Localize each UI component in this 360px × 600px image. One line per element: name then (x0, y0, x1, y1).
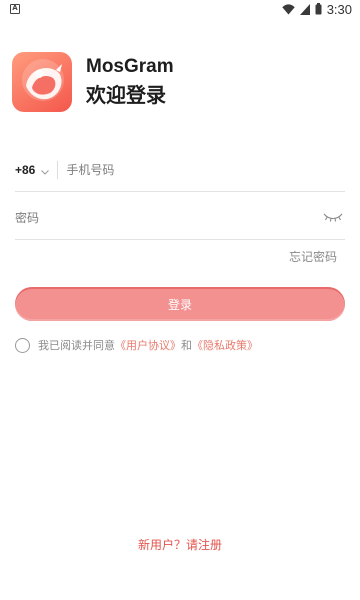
status-time: 3:30 (326, 1, 352, 17)
status-bar: A 3:30 (0, 0, 360, 18)
app-notification-icon: A (10, 4, 20, 14)
eye-closed-icon[interactable] (323, 208, 345, 227)
login-button[interactable]: 登录 (15, 287, 345, 321)
password-input[interactable] (15, 210, 323, 225)
app-name: MosGram (86, 56, 174, 77)
forgot-password-link[interactable]: 忘记密码 (289, 248, 337, 265)
chevron-down-icon[interactable] (41, 160, 50, 179)
brand: MosGram 欢迎登录 (86, 56, 174, 108)
privacy-policy-link[interactable]: 《隐私政策》 (192, 337, 258, 353)
signal-icon (299, 3, 310, 15)
phone-divider (57, 160, 59, 179)
battery-icon (315, 3, 322, 15)
agreement-and: 和 (181, 339, 192, 352)
phone-row: +86 (15, 148, 345, 192)
agreement-prefix: 我已阅读并同意 (38, 339, 115, 352)
password-row (15, 196, 345, 240)
agreement-row: 我已阅读并同意 《用户协议》 和 《隐私政策》 (15, 337, 258, 353)
welcome-title: 欢迎登录 (86, 83, 166, 107)
status-left: A (10, 4, 20, 14)
wifi-icon (281, 3, 295, 14)
country-code-selector[interactable]: +86 (15, 163, 35, 177)
user-agreement-link[interactable]: 《用户协议》 (115, 337, 181, 353)
agreement-checkbox[interactable] (15, 337, 30, 353)
register-link[interactable]: 新用户？请注册 (0, 536, 360, 553)
login-header: MosGram 欢迎登录 (12, 52, 174, 112)
status-right: 3:30 (281, 1, 352, 17)
phone-input[interactable] (66, 162, 345, 177)
app-logo-icon (12, 52, 72, 112)
